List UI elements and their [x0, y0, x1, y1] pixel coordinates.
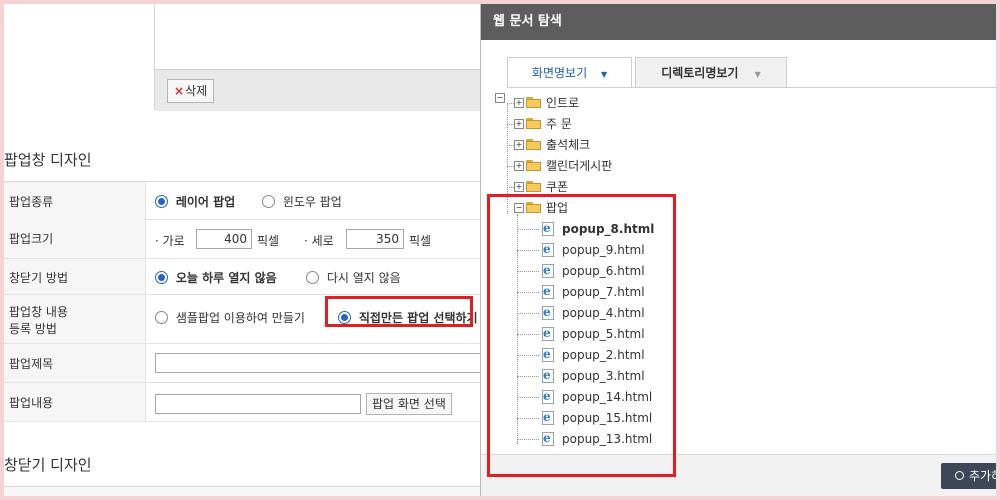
- root-collapse-icon[interactable]: −: [495, 93, 505, 103]
- next-row: [4, 486, 484, 496]
- row-label-cell: 팝업크기: [4, 219, 146, 258]
- radio-not-today[interactable]: 오늘 하루 열지 않음: [155, 269, 277, 286]
- radio-not-today-label: 오늘 하루 열지 않음: [175, 271, 277, 285]
- page: ×삭제 팝업창 디자인 팝업종류 레이어 팝업 윈도우 팝업 팝업크기 · 가로…: [4, 4, 996, 496]
- radio-icon: [306, 271, 319, 284]
- tree-folder[interactable]: 캘린더게시판: [546, 156, 612, 176]
- radio-never-again[interactable]: 다시 열지 않음: [306, 269, 401, 286]
- select-popup-screen-button[interactable]: 팝업 화면 선택: [366, 393, 452, 415]
- register-label-2: 등록 방법: [9, 322, 57, 336]
- delete-label: 삭제: [185, 84, 208, 98]
- popup-title-label: 팝업제목: [9, 357, 54, 371]
- height-input[interactable]: 350: [346, 229, 404, 249]
- row-label-cell: 팝업제목: [4, 344, 146, 382]
- delete-x-icon: ×: [174, 84, 185, 98]
- tab-dir-label: 디렉토리명보기: [661, 66, 739, 80]
- tab-divider: [507, 87, 996, 88]
- popup-content-input[interactable]: [155, 394, 361, 414]
- radio-icon: [155, 195, 168, 208]
- width-input[interactable]: 400: [196, 229, 252, 249]
- folder-icon: [526, 97, 542, 108]
- tree-connector: [507, 124, 514, 125]
- tree-folder[interactable]: 주 문: [546, 114, 572, 134]
- tree-connector: [507, 145, 514, 146]
- section-title-close-design: 창닫기 디자인: [4, 456, 92, 474]
- tree-connector: [507, 103, 514, 104]
- tree-folder[interactable]: 인트로: [546, 93, 579, 113]
- add-button[interactable]: 추가하: [941, 463, 996, 489]
- row-label-cell: 팝업종류: [4, 182, 146, 219]
- folder-icon: [526, 181, 542, 192]
- tab-screen-label: 화면명보기: [531, 66, 588, 80]
- expand-icon[interactable]: +: [514, 98, 524, 108]
- row-label-cell: 팝업창 내용 등록 방법: [4, 295, 146, 343]
- radio-window-label: 윈도우 팝업: [282, 195, 342, 209]
- caret-down-icon: ▼: [754, 70, 761, 79]
- section-title-popup-design: 팝업창 디자인: [4, 151, 92, 169]
- attachment-toolbar: ×삭제: [155, 69, 495, 111]
- attachment-box: ×삭제: [154, 4, 495, 111]
- circle-icon: [955, 471, 964, 480]
- caret-down-icon: ▼: [600, 70, 608, 79]
- row-popup-title: 팝업제목: [4, 344, 485, 383]
- height-label: · 세로: [304, 234, 334, 248]
- width-unit: 픽셀: [257, 234, 280, 248]
- tree-connector: [507, 166, 514, 167]
- expand-icon[interactable]: +: [514, 119, 524, 129]
- row-popup-size: 팝업크기 · 가로 400 픽셀 · 세로 350 픽셀: [4, 219, 484, 259]
- radio-sample-label: 샘플팝업 이용하여 만들기: [175, 311, 305, 325]
- row-label-cell: 팝업내용: [4, 383, 146, 421]
- radio-layer-popup[interactable]: 레이어 팝업: [155, 193, 235, 210]
- folder-icon: [526, 160, 542, 171]
- radio-layer-label: 레이어 팝업: [175, 195, 236, 209]
- folder-icon: [526, 139, 542, 150]
- add-button-label: 추가하: [969, 469, 996, 483]
- tree-connector: [507, 187, 514, 188]
- radio-never-again-label: 다시 열지 않음: [326, 271, 401, 285]
- folder-icon: [526, 118, 542, 129]
- highlight-custom-option: [325, 296, 473, 327]
- radio-icon: [262, 195, 275, 208]
- radio-icon: [155, 311, 168, 324]
- tab-directory-name[interactable]: 디렉토리명보기 ▼: [635, 57, 787, 88]
- tab-screen-name[interactable]: 화면명보기 ▼: [507, 57, 632, 88]
- row-popup-type: 팝업종류 레이어 팝업 윈도우 팝업: [4, 181, 484, 220]
- popup-title-input[interactable]: [155, 353, 485, 373]
- close-method-label: 창닫기 방법: [9, 271, 69, 285]
- radio-icon: [155, 271, 168, 284]
- row-label-cell: 창닫기 방법: [4, 259, 146, 294]
- dialog-title: 웹 문서 탐색: [481, 4, 996, 40]
- radio-window-popup[interactable]: 윈도우 팝업: [262, 193, 342, 210]
- expand-icon[interactable]: +: [514, 182, 524, 192]
- delete-button[interactable]: ×삭제: [167, 79, 215, 103]
- popup-size-label: 팝업크기: [9, 232, 54, 246]
- radio-sample-popup[interactable]: 샘플팝업 이용하여 만들기: [155, 309, 305, 326]
- expand-icon[interactable]: +: [514, 161, 524, 171]
- tree-folder[interactable]: 출석체크: [546, 135, 590, 155]
- row-close-method: 창닫기 방법 오늘 하루 열지 않음 다시 열지 않음: [4, 259, 484, 295]
- register-label-1: 팝업창 내용: [9, 305, 69, 319]
- width-label: · 가로: [155, 234, 185, 248]
- row-popup-content: 팝업내용 팝업 화면 선택: [4, 383, 484, 422]
- popup-type-label: 팝업종류: [9, 195, 54, 209]
- height-unit: 픽셀: [409, 234, 432, 248]
- highlight-popup-folder: [487, 194, 676, 477]
- expand-icon[interactable]: +: [514, 140, 524, 150]
- popup-content-label: 팝업내용: [9, 396, 54, 410]
